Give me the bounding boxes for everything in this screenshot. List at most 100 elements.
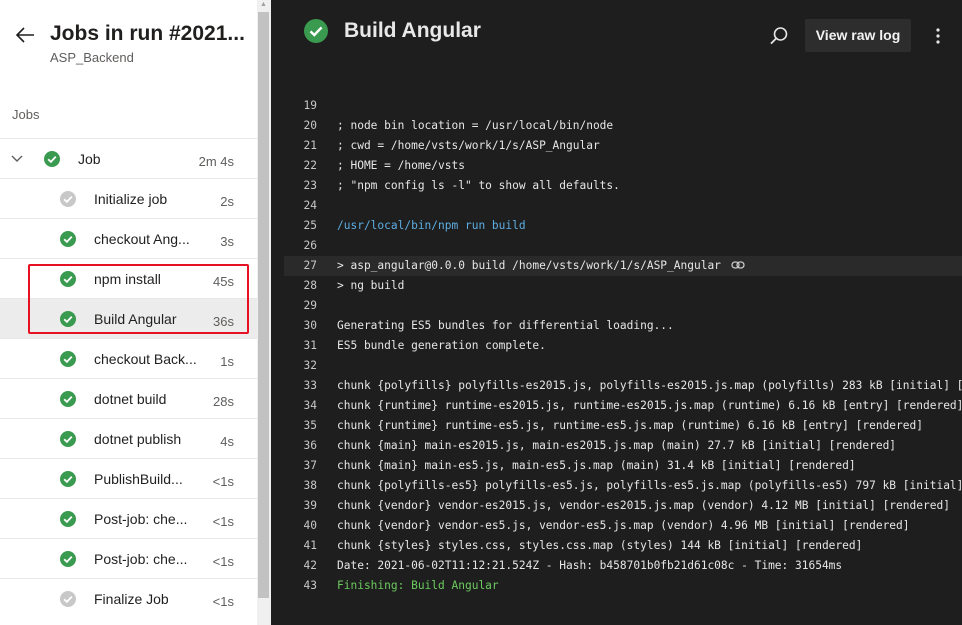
link-icon[interactable] (731, 259, 745, 271)
step-duration: 4s (220, 434, 234, 449)
search-icon[interactable] (769, 26, 789, 46)
step-row[interactable]: dotnet publish 4s (0, 418, 257, 458)
pending-check-icon (60, 591, 76, 607)
log-line-text: ; "npm config ls -l" to show all default… (337, 179, 620, 192)
log-line-number: 28 (303, 279, 317, 292)
log-panel: Build Angular View raw log 19 20 ; node bi… (271, 0, 962, 625)
step-duration: 2s (220, 194, 234, 209)
log-line-text: Finishing: Build Angular (337, 579, 499, 592)
step-row[interactable]: Post-job: che... <1s (0, 538, 257, 578)
log-line-number: 32 (303, 359, 317, 372)
chevron-down-icon[interactable] (10, 152, 24, 166)
step-label: checkout Back... (94, 351, 197, 367)
log-line: 31 ES5 bundle generation complete. (284, 336, 962, 356)
log-line-text: chunk {styles} styles.css, styles.css.ma… (337, 539, 863, 552)
more-options-icon[interactable] (931, 26, 945, 46)
log-line: 30 Generating ES5 bundles for differentia… (284, 316, 962, 336)
step-label: Post-job: che... (94, 551, 188, 567)
log-line-text: chunk {main} main-es2015.js, main-es2015… (337, 439, 897, 452)
log-line-text: chunk {polyfills} polyfills-es2015.js, p… (337, 379, 962, 392)
log-line: 27 > asp_angular@0.0.0 build /home/vsts/w… (284, 256, 962, 276)
log-line: 26 (284, 236, 962, 256)
step-row[interactable]: dotnet build 28s (0, 378, 257, 418)
scroll-up-arrow-icon[interactable]: ▲ (258, 0, 269, 10)
log-line-number: 37 (303, 459, 317, 472)
log-line-number: 35 (303, 419, 317, 432)
log-line: 32 (284, 356, 962, 376)
log-line: 41 chunk {styles} styles.css, styles.css.… (284, 536, 962, 556)
log-line-text: chunk {runtime} runtime-es2015.js, runti… (337, 399, 962, 412)
log-title: Build Angular (344, 19, 481, 42)
step-duration: <1s (212, 554, 234, 569)
step-label: dotnet build (94, 391, 167, 407)
success-check-icon (60, 351, 76, 367)
log-line: 22 ; HOME = /home/vsts (284, 156, 962, 176)
log-line-text: Generating ES5 bundles for differential … (337, 319, 674, 332)
step-row[interactable]: PublishBuild... <1s (0, 458, 257, 498)
pending-check-icon (60, 191, 76, 207)
job-duration: 2m 4s (198, 154, 234, 169)
log-line-number: 27 (303, 259, 317, 272)
log-line: 19 (284, 96, 962, 116)
log-line-number: 30 (303, 319, 317, 332)
job-name: Job (78, 151, 101, 167)
page-title: Jobs in run #2021... (50, 22, 245, 45)
jobs-section-label: Jobs (12, 107, 40, 122)
log-line: 38 chunk {polyfills-es5} polyfills-es5.js… (284, 476, 962, 496)
step-duration: 1s (220, 354, 234, 369)
step-row[interactable]: checkout Back... 1s (0, 338, 257, 378)
log-line-number: 19 (303, 99, 317, 112)
log-line-text: chunk {runtime} runtime-es5.js, runtime-… (337, 419, 923, 432)
log-line: 39 chunk {vendor} vendor-es2015.js, vendo… (284, 496, 962, 516)
log-line-number: 40 (303, 519, 317, 532)
log-line: 23 ; "npm config ls -l" to show all defau… (284, 176, 962, 196)
log-line-number: 33 (303, 379, 317, 392)
log-line-number: 23 (303, 179, 317, 192)
scrollbar-thumb[interactable] (258, 12, 269, 598)
job-row[interactable]: Job 2m 4s (0, 138, 257, 178)
log-line-number: 39 (303, 499, 317, 512)
log-line: 20 ; node bin location = /usr/local/bin/n… (284, 116, 962, 136)
pipeline-name: ASP_Backend (50, 50, 134, 65)
log-line-text: Date: 2021-06-02T11:12:21.524Z - Hash: b… (337, 559, 843, 572)
step-row[interactable]: checkout Ang... 3s (0, 218, 257, 258)
step-duration: <1s (212, 594, 234, 609)
log-line-number: 20 (303, 119, 317, 132)
log-line-number: 26 (303, 239, 317, 252)
log-line-text: ; node bin location = /usr/local/bin/nod… (337, 119, 614, 132)
step-label: PublishBuild... (94, 471, 183, 487)
success-check-icon (60, 511, 76, 527)
log-line: 28 > ng build (284, 276, 962, 296)
success-check-icon (60, 551, 76, 567)
log-line-number: 42 (303, 559, 317, 572)
log-line: 42 Date: 2021-06-02T11:12:21.524Z - Hash:… (284, 556, 962, 576)
log-line-text: chunk {vendor} vendor-es2015.js, vendor-… (337, 499, 950, 512)
jobs-panel: Jobs in run #2021... ASP_Backend Jobs Jo… (0, 0, 257, 625)
step-row[interactable]: Initialize job 2s (0, 178, 257, 218)
log-line: 21 ; cwd = /home/vsts/work/1/s/ASP_Angula… (284, 136, 962, 156)
success-check-icon (60, 391, 76, 407)
log-content: 19 20 ; node bin location = /usr/local/bin… (284, 96, 962, 596)
view-raw-log-button[interactable]: View raw log (805, 19, 911, 52)
log-line-number: 21 (303, 139, 317, 152)
success-check-icon (60, 231, 76, 247)
log-line-number: 41 (303, 539, 317, 552)
step-row[interactable]: Finalize Job <1s (0, 578, 257, 618)
step-row[interactable]: Post-job: che... <1s (0, 498, 257, 538)
log-line-text: ; HOME = /home/vsts (337, 159, 465, 172)
back-arrow-icon[interactable] (14, 24, 36, 46)
log-line-text: /usr/local/bin/npm run build (337, 219, 526, 232)
log-line-text: chunk {vendor} vendor-es5.js, vendor-es5… (337, 519, 910, 532)
log-line: 34 chunk {runtime} runtime-es2015.js, run… (284, 396, 962, 416)
log-line-number: 38 (303, 479, 317, 492)
annotation-highlight-box (28, 264, 249, 334)
log-line: 24 (284, 196, 962, 216)
success-check-icon (60, 471, 76, 487)
step-label: dotnet publish (94, 431, 182, 447)
log-line: 36 chunk {main} main-es2015.js, main-es20… (284, 436, 962, 456)
log-line-number: 43 (303, 579, 317, 592)
jobs-header: Jobs in run #2021... ASP_Backend (0, 0, 257, 80)
step-duration: 28s (213, 394, 234, 409)
log-line-number: 36 (303, 439, 317, 452)
log-line-number: 24 (303, 199, 317, 212)
